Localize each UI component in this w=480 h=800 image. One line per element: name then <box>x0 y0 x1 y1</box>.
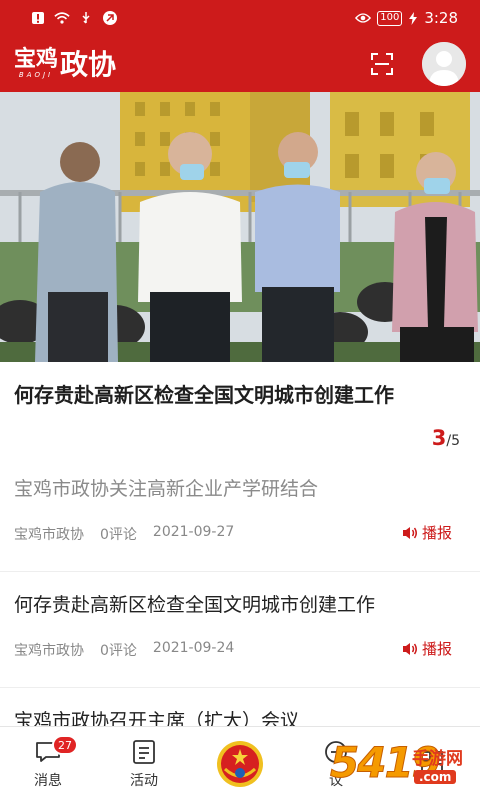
tab-messages[interactable]: 27 消息 <box>0 727 96 800</box>
user-avatar[interactable] <box>422 42 466 86</box>
broadcast-button[interactable]: 播报 <box>402 638 452 659</box>
discussion-icon <box>322 738 350 766</box>
logo-suffix-text: 政协 <box>60 48 117 81</box>
news-list-item[interactable]: 何存贵赴高新区检查全国文明城市创建工作 宝鸡市政协 0评论 2021-09-24… <box>0 572 480 688</box>
logo-baoji: 宝鸡 BAOJI <box>14 48 58 80</box>
tab-activities[interactable]: 活动 <box>96 727 192 800</box>
bottom-tab-bar: 27 消息 活动 议 <box>0 726 480 800</box>
grid-apps-icon <box>418 748 446 776</box>
news-comments: 0评论 <box>100 643 137 659</box>
battery-indicator: 100 <box>377 10 403 26</box>
app-header: 宝鸡 BAOJI 政协 <box>0 36 480 92</box>
speaker-icon <box>402 526 417 539</box>
unread-badge: 27 <box>52 735 78 755</box>
tab-discussion[interactable]: 议 <box>288 727 384 800</box>
charging-icon <box>408 10 418 26</box>
news-list-item[interactable]: 宝鸡市政协关注高新企业产学研结合 宝鸡市政协 0评论 2021-09-27 播报 <box>0 456 480 572</box>
notification-alert-icon <box>30 10 46 26</box>
eye-comfort-icon <box>355 10 372 26</box>
tab-apps[interactable] <box>384 727 480 800</box>
news-date: 2021-09-24 <box>152 640 235 656</box>
default-avatar-icon <box>422 42 466 86</box>
carousel-caption[interactable]: 何存贵赴高新区检查全国文明城市创建工作 3/5 <box>0 362 480 456</box>
wifi-icon <box>54 10 70 26</box>
carousel-current-page: 3 <box>431 426 447 450</box>
news-source: 宝鸡市政协 <box>14 643 84 659</box>
hero-photo-illustration <box>0 92 480 362</box>
carousel-total-pages: /5 <box>446 433 460 449</box>
tab-label: 消息 <box>34 772 62 789</box>
status-icons-right: 100 3:28 <box>355 9 458 27</box>
broadcast-button[interactable]: 播报 <box>402 522 452 543</box>
scan-button[interactable] <box>368 50 396 78</box>
status-bar: 100 3:28 <box>0 0 480 36</box>
location-shield-icon <box>102 10 118 26</box>
tab-home-emblem[interactable] <box>192 727 288 800</box>
speaker-icon <box>402 642 417 655</box>
broadcast-label: 播报 <box>421 524 452 542</box>
broadcast-label: 播报 <box>421 640 452 658</box>
status-time: 3:28 <box>424 9 458 27</box>
logo-sub-text: BAOJI <box>18 71 54 79</box>
usb-icon <box>78 10 94 26</box>
cppcc-emblem-icon <box>217 740 263 787</box>
news-meta: 宝鸡市政协 0评论 2021-09-24 <box>14 640 234 660</box>
news-date: 2021-09-27 <box>152 524 235 540</box>
tab-label: 议 <box>329 772 343 789</box>
news-source: 宝鸡市政协 <box>14 527 84 543</box>
scan-icon <box>371 53 393 75</box>
carousel-photo[interactable] <box>0 92 480 362</box>
news-comments: 0评论 <box>100 527 137 543</box>
news-title[interactable]: 何存贵赴高新区检查全国文明城市创建工作 <box>14 590 375 617</box>
carousel-headline[interactable]: 何存贵赴高新区检查全国文明城市创建工作 <box>14 378 414 412</box>
news-meta: 宝鸡市政协 0评论 2021-09-27 <box>14 524 234 544</box>
logo-main-text: 宝鸡 <box>14 46 59 72</box>
news-title[interactable]: 宝鸡市政协关注高新企业产学研结合 <box>14 474 318 501</box>
carousel-pager: 3/5 <box>432 426 460 450</box>
activity-list-icon <box>130 738 158 766</box>
status-icons-left <box>30 10 118 26</box>
tab-label: 活动 <box>130 772 158 789</box>
app-logo: 宝鸡 BAOJI 政协 <box>14 48 116 80</box>
